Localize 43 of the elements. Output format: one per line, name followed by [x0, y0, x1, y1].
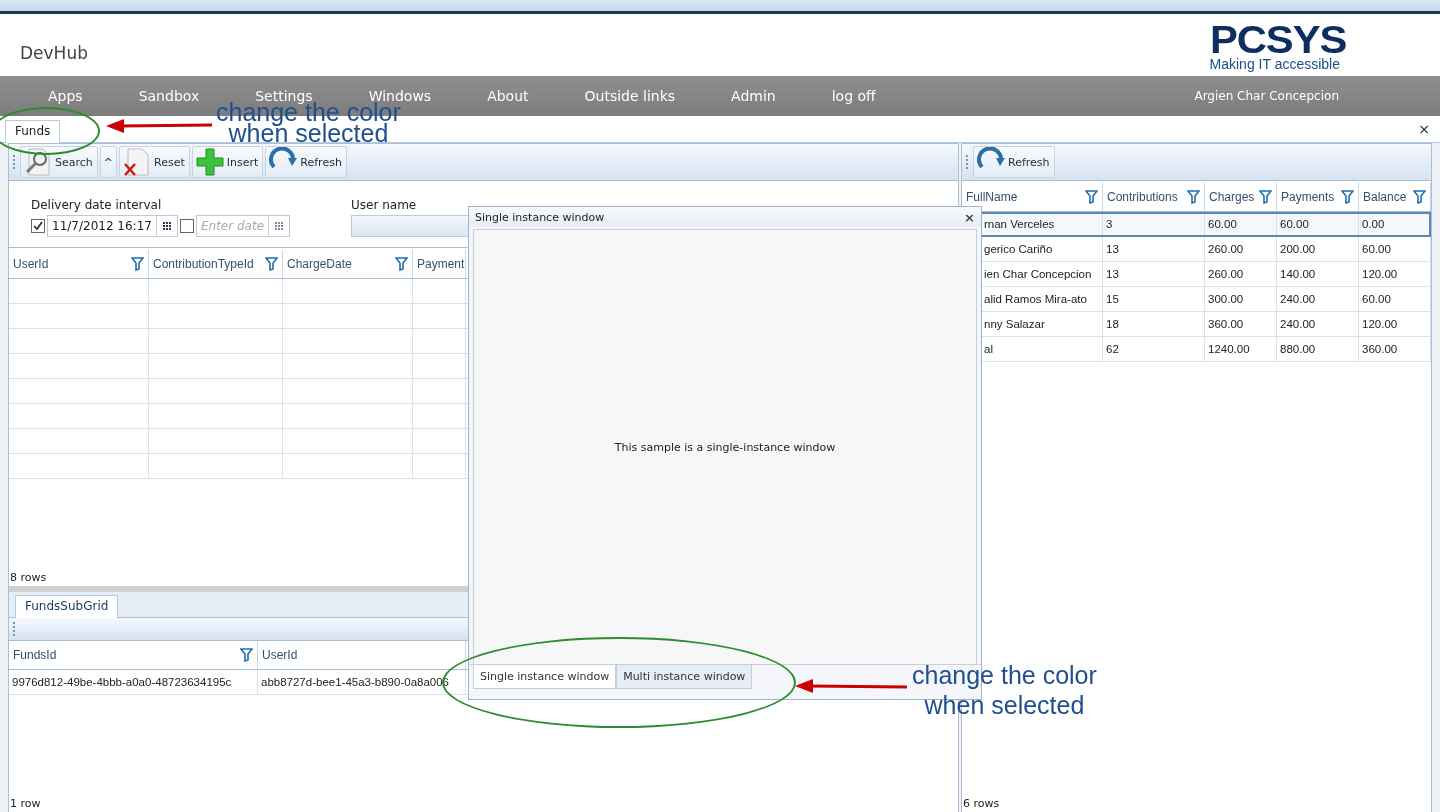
table-cell: 60.00 — [1362, 293, 1391, 305]
app-title: DevHub — [20, 43, 88, 63]
table-cell: 300.00 — [1208, 293, 1244, 305]
table-cell: ien Char Concepcion — [984, 268, 1092, 280]
row-count: 8 rows — [9, 570, 48, 586]
table-cell: 120.00 — [1362, 268, 1398, 280]
table-cell: 18 — [1106, 318, 1119, 330]
table-cell: 360.00 — [1208, 318, 1244, 330]
table-cell: nny Salazar — [984, 318, 1045, 330]
window-title: Single instance window — [475, 210, 605, 224]
field-label: Delivery date interval — [31, 198, 162, 212]
table-cell: 9976d812-49be-4bbb-a0a0-48723634195c — [9, 670, 258, 694]
table-cell: 1240.00 — [1208, 343, 1250, 355]
table-cell: 13 — [1106, 243, 1119, 255]
row-count: 1 row — [9, 796, 42, 812]
table-cell: 200.00 — [1280, 243, 1316, 255]
annotation-text: change the color when selected — [912, 660, 1097, 720]
table-cell: 60.00 — [1280, 218, 1309, 230]
table-cell: 15 — [1106, 293, 1119, 305]
table-cell: 240.00 — [1280, 318, 1316, 330]
table-cell: 260.00 — [1208, 243, 1244, 255]
table-cell: 240.00 — [1280, 293, 1316, 305]
table-cell: 120.00 — [1362, 318, 1398, 330]
table-cell: rnan Verceles — [984, 218, 1055, 230]
table-cell: al — [984, 343, 993, 355]
table-cell: 13 — [1106, 268, 1119, 280]
logo-tagline: Making IT accessible — [1209, 56, 1340, 72]
table-cell: 60.00 — [1362, 243, 1391, 255]
table-cell: alid Ramos Mira-ato — [984, 293, 1087, 305]
table-cell: 60.00 — [1208, 218, 1237, 230]
table-cell: 360.00 — [1362, 343, 1398, 355]
table-cell: 62 — [1106, 343, 1119, 355]
table-cell: 140.00 — [1280, 268, 1316, 280]
window-message: This sample is a single-instance window — [614, 440, 836, 454]
table-cell: gerico Cariño — [984, 243, 1053, 255]
logo-text: PCSYS — [1209, 24, 1346, 56]
table-cell: 260.00 — [1208, 268, 1244, 280]
user-name: Argien Char Concepcion — [1194, 89, 1339, 103]
row-count: 6 rows — [962, 796, 1001, 812]
field-label: User name — [351, 198, 417, 212]
table-cell: 0.00 — [1362, 218, 1385, 230]
table-cell: 3 — [1106, 218, 1113, 230]
table-cell: 880.00 — [1280, 343, 1316, 355]
